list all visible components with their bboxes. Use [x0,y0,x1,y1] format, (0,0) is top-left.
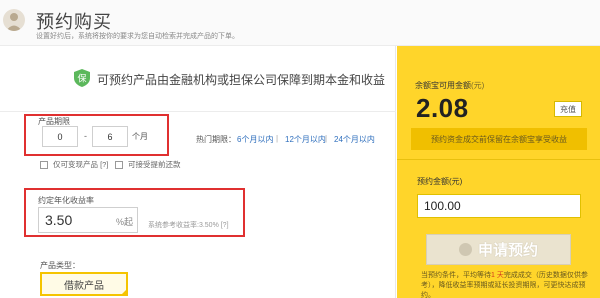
banner-text: 可预约产品由金融机构或担保公司保障到期本金和收益 [97,73,386,87]
reservation-footnote: 当预约条件，平均等待1 天完成成交（历史数据仅供参考），降低收益率预期或延长投资… [421,271,596,298]
early-repayment-checkbox-label: 可接受提前还款 [128,160,181,169]
early-repayment-checkbox[interactable]: 可接受提前还款 [115,159,181,170]
guarantee-banner: 保 可预约产品由金融机构或担保公司保障到期本金和收益 [0,46,396,112]
period-to-input[interactable]: 6 [92,126,128,147]
period-dash: - [84,131,87,141]
quick-separator: | [325,134,328,143]
selected-corner-icon [120,288,128,296]
cashable-checkbox-label: 仅可变现产品 [?] [53,160,109,169]
quick-separator: | [276,134,279,143]
period-from-input[interactable]: 0 [42,126,78,147]
quick-link-24-months[interactable]: 24个月以内 [334,134,375,145]
quick-link-6-months[interactable]: 6个月以内 [237,134,273,145]
balance-value: 2.08 [416,93,469,123]
rate-value: 3.50 [45,212,73,228]
rate-input[interactable]: 3.50 %起 [38,207,138,233]
svg-text:保: 保 [77,73,86,85]
checkbox-box[interactable] [40,160,48,169]
quick-link-12-months[interactable]: 12个月以内 [285,134,326,145]
product-type-option-loan[interactable]: 借款产品 [40,272,128,296]
page-subtitle: 设置好约后，系统将按你的要求为您自动检索并完成产品的下单。 [36,33,239,40]
balance-note: 预约资金成交前保留在余额宝享受收益 [411,128,587,150]
rate-unit: %起 [115,217,133,227]
divider [397,159,600,160]
checkbox-box[interactable] [115,160,123,169]
rate-label: 约定年化收益率 [38,196,94,205]
amount-label-text: 预约金额 [417,177,449,186]
amount-input[interactable]: 100.00 [417,194,581,218]
apply-icon [458,243,472,256]
rate-hint: 系统参考收益率:3.50% [?] [148,222,229,229]
quick-period-label: 热门期限： [196,135,236,144]
cashable-checkbox[interactable]: 仅可变现产品 [?] [40,159,108,170]
amount-unit: (元) [449,177,463,186]
footnote-text: 当预约条件，平均等待 [421,272,491,279]
shield-icon: 保 [74,69,90,87]
reservation-sidebar: 余额宝可用金额(元) 2.08 充值 预约资金成交前保留在余额宝享受收益 预约金… [397,46,600,298]
amount-label: 预约金额(元) [417,176,462,187]
reservation-form: 保 可预约产品由金融机构或担保公司保障到期本金和收益 产品期限 0 - 6 个月… [0,46,396,298]
avatar[interactable] [3,9,25,31]
balance-unit: (元) [471,81,485,90]
page-header: 预约购买 设置好约后，系统将按你的要求为您自动检索并完成产品的下单。 [0,0,600,46]
balance-label-text: 余额宝可用金额 [415,81,471,90]
recharge-button[interactable]: 充值 [554,101,582,117]
balance-label: 余额宝可用金额(元) [415,80,484,91]
apply-reservation-button[interactable]: 申请预约 [426,234,571,265]
user-icon [6,13,22,31]
product-type-label: 产品类型： [40,261,80,270]
apply-button-label: 申请预约 [477,242,538,259]
period-unit: 个月 [132,132,148,141]
product-type-option-label: 借款产品 [64,280,104,292]
footnote-days: 1 天 [491,272,504,279]
